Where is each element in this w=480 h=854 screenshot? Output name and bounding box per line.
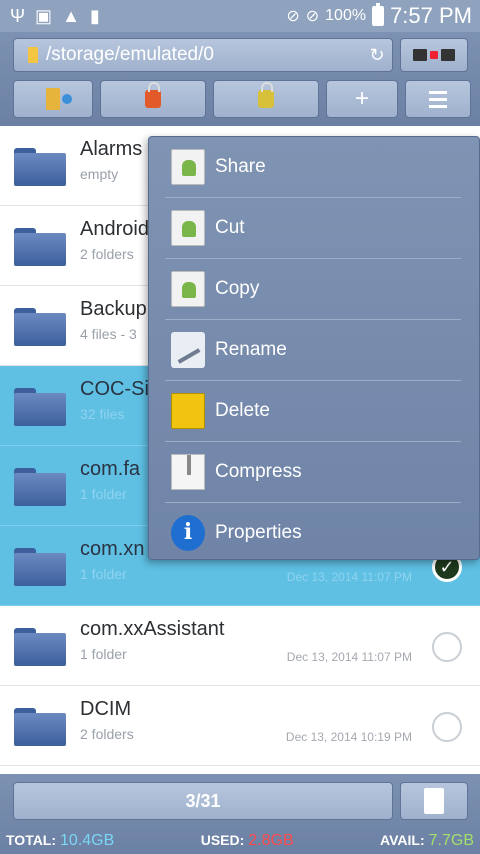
delete-icon [171,393,205,429]
menu-item-properties[interactable]: i Properties [149,503,480,564]
folder-icon [28,47,38,63]
total-label: TOTAL: [6,832,57,848]
plus-icon: + [354,85,369,112]
image-icon: ▣ [35,5,53,26]
unlock-button[interactable] [213,80,319,118]
used-label: USED: [200,832,245,848]
exit-button[interactable] [13,80,93,118]
menu-item-copy[interactable]: Copy [149,259,480,320]
menu-item-label: Rename [215,339,287,360]
warning-icon: ▲ [62,5,80,26]
tool-buttons: + [13,80,471,118]
menu-item-delete[interactable]: Delete [149,381,480,442]
file-info: empty [80,166,119,182]
used-stat: USED: 2.8GB [201,832,294,852]
swap-arrow-icon [430,51,438,59]
unlock-icon [258,82,274,108]
file-info: 1 folder [80,646,127,662]
file-name: com.xxAssistant [80,618,225,640]
menu-item-label: Share [215,156,266,177]
page-indicator-button[interactable]: 3/31 [13,782,393,820]
select-checkbox[interactable] [432,712,462,742]
share-icon [171,149,205,185]
file-info: 2 folders [80,246,134,262]
blocked-icon: ⊘ [305,8,320,25]
total-value: 10.4GB [60,832,115,849]
rename-icon [171,332,205,368]
add-button[interactable]: + [326,80,398,118]
status-bar: Ψ ▣ ▲ ▮ ⊘ ⊘ 100% 7:57 PM [0,0,480,32]
current-path: /storage/emulated/0 [46,44,214,65]
file-name: Backup [80,298,147,320]
select-checkbox[interactable] [432,632,462,662]
folder-icon [14,148,66,186]
menu-item-label: Delete [215,400,270,421]
sd-chip-icon [441,49,455,61]
file-info: 1 folder [80,486,127,502]
folder-icon [14,708,66,746]
folder-icon [14,388,66,426]
cut-icon [171,210,205,246]
used-value: 2.8GB [248,832,294,849]
door-exit-icon [46,88,72,110]
menu-item-label: Copy [215,278,260,299]
compress-icon [171,454,205,490]
folder-icon [14,548,66,586]
file-name: DCIM [80,698,132,720]
file-name: com.fa [80,458,141,480]
usb-icon: Ψ [10,5,26,26]
menu-button[interactable] [405,80,471,118]
menu-item-label: Compress [215,461,302,482]
file-name: Alarms [80,138,143,160]
file-info: 4 files - 3 [80,326,137,342]
mute-icon: ⊘ [286,8,300,25]
sd-chip-icon [413,49,427,61]
context-menu: Share Cut Copy Rename Delete Compress i … [148,136,480,560]
file-info: 1 folder [80,566,127,582]
battery-icon [372,3,385,26]
file-name: Android [80,218,149,240]
file-info: 32 files [80,406,125,422]
checklist-icon [424,788,444,814]
properties-icon: i [171,515,205,551]
lock-icon [145,82,161,108]
notification-icons: Ψ ▣ ▲ ▮ [0,6,100,27]
path-bar[interactable]: /storage/emulated/0 ↻ [13,38,393,72]
file-name: COC-Si [80,378,149,400]
list-menu-icon [429,90,447,108]
file-date: Dec 13, 2014 10:19 PM [285,730,412,744]
clock: 7:57 PM [390,3,472,28]
select-list-button[interactable] [400,782,468,820]
avail-value: 7.7GB [428,832,474,849]
copy-icon [171,271,205,307]
total-stat: TOTAL: 10.4GB [6,832,114,852]
file-row-dcim[interactable]: DCIM 2 folders Dec 13, 2014 10:19 PM [0,686,480,766]
file-date: Dec 13, 2014 11:07 PM [286,570,412,584]
menu-item-share[interactable]: Share [149,137,480,198]
file-info: 2 folders [80,726,134,742]
menu-item-cut[interactable]: Cut [149,198,480,259]
folder-icon [14,308,66,346]
menu-item-label: Cut [215,217,245,238]
folder-icon [14,628,66,666]
toolbar: /storage/emulated/0 ↻ + [0,32,480,126]
sd-card-icon: ▮ [89,5,100,26]
bottom-bar: 3/31 TOTAL: 10.4GB USED: 2.8GB AVAIL: 7.… [0,774,480,854]
storage-stats: TOTAL: 10.4GB USED: 2.8GB AVAIL: 7.7GB [0,832,480,852]
file-name: com.xn [80,538,145,560]
file-date: Dec 13, 2014 11:07 PM [286,650,412,664]
avail-stat: AVAIL: 7.7GB [380,832,474,852]
storage-switch-button[interactable] [400,38,468,72]
refresh-icon[interactable]: ↻ [362,45,392,66]
file-row-com-xxassistant[interactable]: com.xxAssistant 1 folder Dec 13, 2014 11… [0,606,480,686]
folder-icon [14,228,66,266]
lock-button[interactable] [100,80,206,118]
folder-icon [14,468,66,506]
menu-item-rename[interactable]: Rename [149,320,480,381]
avail-label: AVAIL: [380,832,425,848]
battery-percent: 100% [325,7,367,24]
menu-item-label: Properties [215,522,302,543]
menu-item-compress[interactable]: Compress [149,442,480,503]
